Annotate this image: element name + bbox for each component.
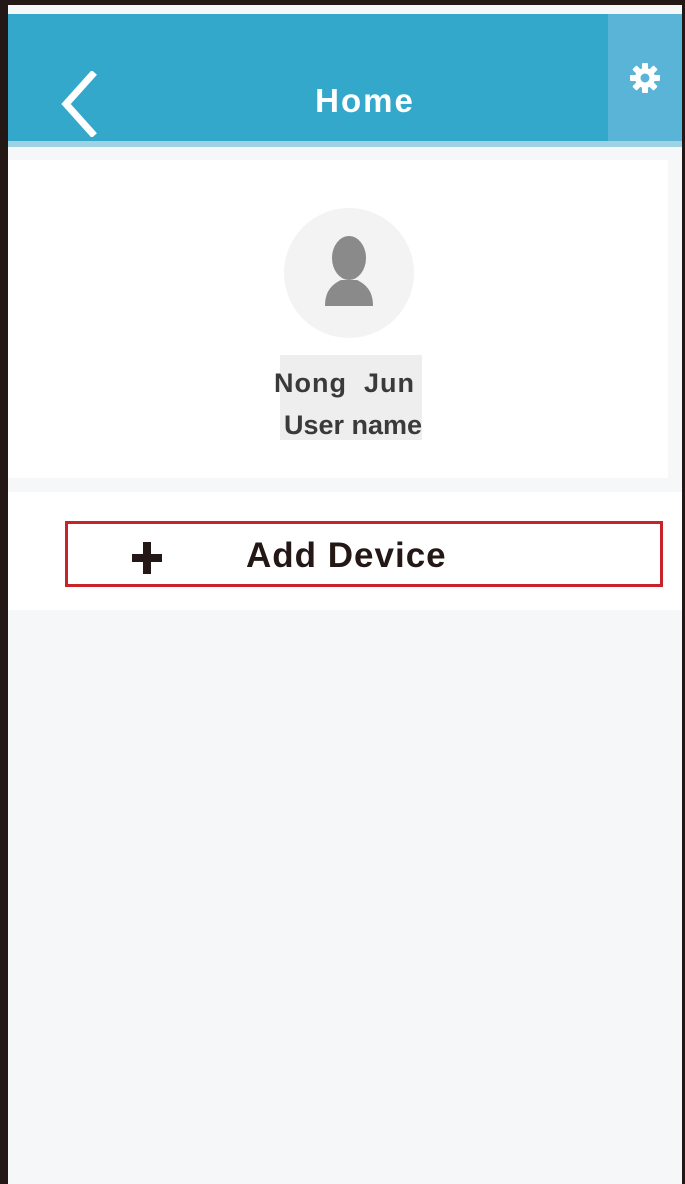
top-bar-shadow <box>8 141 682 147</box>
page-title: Home <box>315 82 415 119</box>
add-device-button[interactable]: Add Device <box>65 521 663 587</box>
gear-icon <box>630 62 660 93</box>
top-bar <box>8 14 682 141</box>
settings-button[interactable] <box>608 14 682 141</box>
user-silhouette-icon <box>325 236 373 306</box>
add-device-label: Add Device <box>246 536 447 575</box>
user-name: Nong Jun <box>274 368 415 398</box>
chevron-left-icon <box>61 71 97 137</box>
user-name-label: User name <box>284 410 423 440</box>
plus-icon <box>132 542 162 574</box>
avatar[interactable] <box>284 208 414 338</box>
back-button[interactable] <box>48 64 108 144</box>
